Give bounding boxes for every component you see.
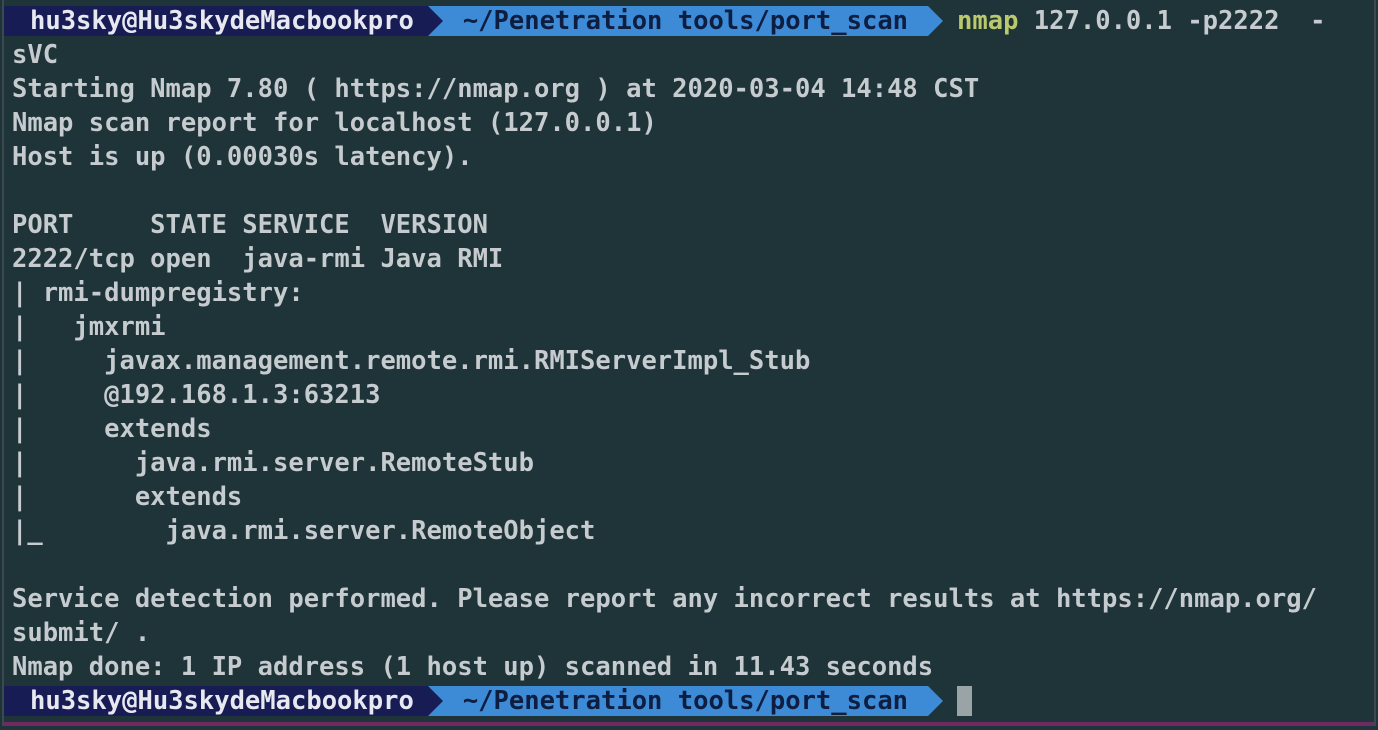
output-line: | @192.168.1.3:63213 xyxy=(12,380,381,410)
window-bottom-border xyxy=(4,722,1374,726)
prompt-separator-arrow-icon xyxy=(427,686,443,716)
output-line: sVC xyxy=(12,40,59,70)
output-line: 2222/tcp open java-rmi Java RMI xyxy=(12,244,504,274)
command-prompt-line: hu3sky@Hu3skydeMacbookpro ~/Penetration … xyxy=(4,4,1370,38)
output-line: Starting Nmap 7.80 ( https://nmap.org ) … xyxy=(12,74,980,104)
active-prompt-line[interactable]: hu3sky@Hu3skydeMacbookpro ~/Penetration … xyxy=(4,684,1370,718)
output-line: Service detection performed. Please repo… xyxy=(12,584,1317,614)
command-name: nmap xyxy=(957,6,1019,36)
output-line: | javax.management.remote.rmi.RMIServerI… xyxy=(12,346,811,376)
output-line: Host is up (0.00030s latency). xyxy=(12,142,473,172)
output-line: Nmap done: 1 IP address (1 host up) scan… xyxy=(12,652,934,682)
output-line: submit/ . xyxy=(12,618,151,648)
prompt-end-arrow-icon xyxy=(928,6,944,36)
output-line: PORT STATE SERVICE VERSION xyxy=(12,210,488,240)
output-line: Nmap scan report for localhost (127.0.0.… xyxy=(12,108,657,138)
terminal-output: hu3sky@Hu3skydeMacbookpro ~/Penetration … xyxy=(4,4,1370,718)
prompt-path: ~/Penetration tools/port_scan xyxy=(442,6,929,36)
prompt-user-host: hu3sky@Hu3skydeMacbookpro xyxy=(4,686,428,716)
output-line: | extends xyxy=(12,482,243,512)
terminal-window[interactable]: hu3sky@Hu3skydeMacbookpro ~/Penetration … xyxy=(2,0,1376,726)
output-line: |_ java.rmi.server.RemoteObject xyxy=(12,516,596,546)
command-args: 127.0.0.1 -p2222 - xyxy=(1018,6,1326,36)
output-line: | extends xyxy=(12,414,212,444)
prompt-path: ~/Penetration tools/port_scan xyxy=(442,686,929,716)
prompt-separator-arrow-icon xyxy=(427,6,443,36)
text-cursor[interactable] xyxy=(957,686,973,716)
output-line: | jmxrmi xyxy=(12,312,166,342)
output-line: | java.rmi.server.RemoteStub xyxy=(12,448,534,478)
output-line: | rmi-dumpregistry: xyxy=(12,278,304,308)
prompt-end-arrow-icon xyxy=(928,686,944,716)
command-text: nmap 127.0.0.1 -p2222 - xyxy=(943,4,1325,38)
prompt-user-host: hu3sky@Hu3skydeMacbookpro xyxy=(4,6,428,36)
